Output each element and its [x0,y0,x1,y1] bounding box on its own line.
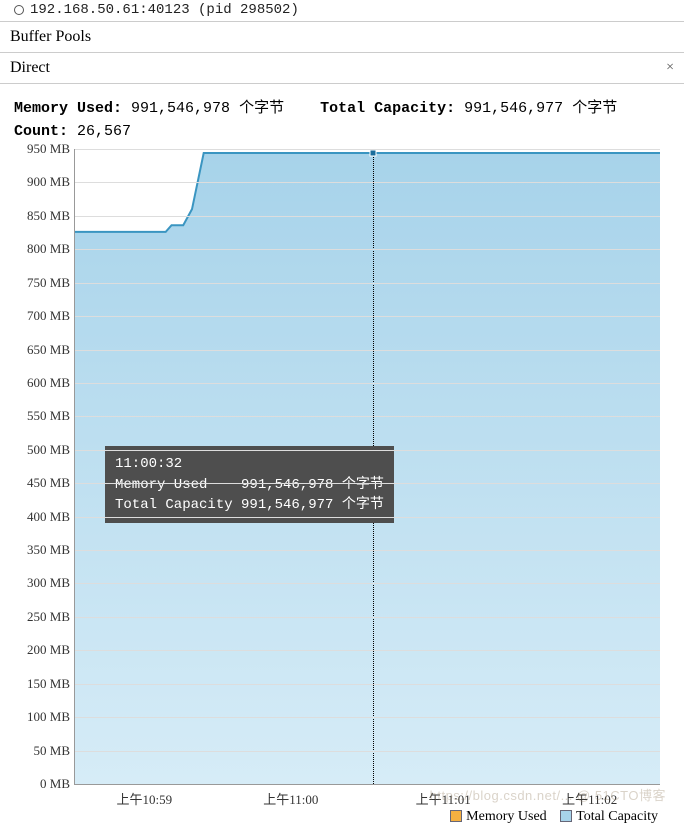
hover-cursor-dot [370,150,377,157]
memory-used-value: 991,546,978 [131,100,230,117]
y-tick-label: 950 MB [14,141,70,157]
y-tick-label: 800 MB [14,241,70,257]
y-tick-label: 150 MB [14,676,70,692]
y-tick-label: 50 MB [14,743,70,759]
grid-line [75,684,660,685]
y-tick-label: 650 MB [14,342,70,358]
window-title-text: 192.168.50.61:40123 (pid 298502) [30,2,299,18]
grid-line [75,650,660,651]
grid-line [75,283,660,284]
y-tick-label: 250 MB [14,609,70,625]
hover-tooltip: 11:00:32 Memory Used 991,546,978 个字节 Tot… [105,446,394,523]
total-capacity-label: Total Capacity: [320,100,455,117]
y-tick-label: 300 MB [14,575,70,591]
total-capacity-value: 991,546,977 [464,100,563,117]
legend-memory-used: Memory Used [466,809,547,824]
y-tick-label: 900 MB [14,174,70,190]
grid-line [75,182,660,183]
y-tick-label: 500 MB [14,442,70,458]
grid-line [75,550,660,551]
y-tick-label: 550 MB [14,408,70,424]
total-capacity-unit: 个字节 [572,100,617,117]
plot-area[interactable]: 11:00:32 Memory Used 991,546,978 个字节 Tot… [74,149,660,785]
grid-line [75,751,660,752]
count-value: 26,567 [77,123,131,140]
memory-used-unit: 个字节 [239,100,284,117]
grid-line [75,617,660,618]
y-tick-label: 450 MB [14,475,70,491]
status-dot-icon [14,5,24,15]
close-icon[interactable]: × [666,60,674,76]
count-label: Count: [14,123,68,140]
buffer-pools-header: Buffer Pools [0,22,684,53]
buffer-pools-label: Buffer Pools [10,28,91,45]
direct-panel-header: Direct × [0,53,684,84]
watermark: https://blog.csdn.net/... @ 51CTO博客 [430,785,666,804]
grid-line [75,350,660,351]
y-tick-label: 200 MB [14,642,70,658]
y-tick-label: 350 MB [14,542,70,558]
x-tick-label: 上午11:00 [263,789,318,808]
grid-line [75,383,660,384]
chart-legend: Memory Used Total Capacity [14,809,658,825]
y-tick-label: 400 MB [14,509,70,525]
grid-line [75,316,660,317]
grid-line [75,450,660,451]
x-tick-label: 上午10:59 [117,789,173,808]
y-tick-label: 0 MB [14,776,70,792]
y-tick-label: 750 MB [14,275,70,291]
grid-line [75,483,660,484]
legend-swatch-memory-used [450,810,462,822]
stats-block: Memory Used: 991,546,978 个字节 Total Capac… [14,98,670,143]
grid-line [75,216,660,217]
chart-area[interactable]: 11:00:32 Memory Used 991,546,978 个字节 Tot… [14,149,670,825]
grid-line [75,583,660,584]
grid-line [75,249,660,250]
stats-line-2: Count: 26,567 [14,121,670,144]
grid-line [75,517,660,518]
legend-swatch-total-capacity [560,810,572,822]
y-tick-label: 100 MB [14,709,70,725]
grid-line [75,717,660,718]
legend-total-capacity: Total Capacity [576,809,658,824]
direct-label: Direct [10,59,50,77]
memory-used-label: Memory Used: [14,100,122,117]
y-tick-label: 700 MB [14,308,70,324]
grid-line [75,149,660,150]
y-tick-label: 850 MB [14,208,70,224]
panel-content: Memory Used: 991,546,978 个字节 Total Capac… [0,84,684,835]
y-tick-label: 600 MB [14,375,70,391]
window-title-bar: 192.168.50.61:40123 (pid 298502) [0,0,684,22]
grid-line [75,416,660,417]
stats-line-1: Memory Used: 991,546,978 个字节 Total Capac… [14,98,670,121]
